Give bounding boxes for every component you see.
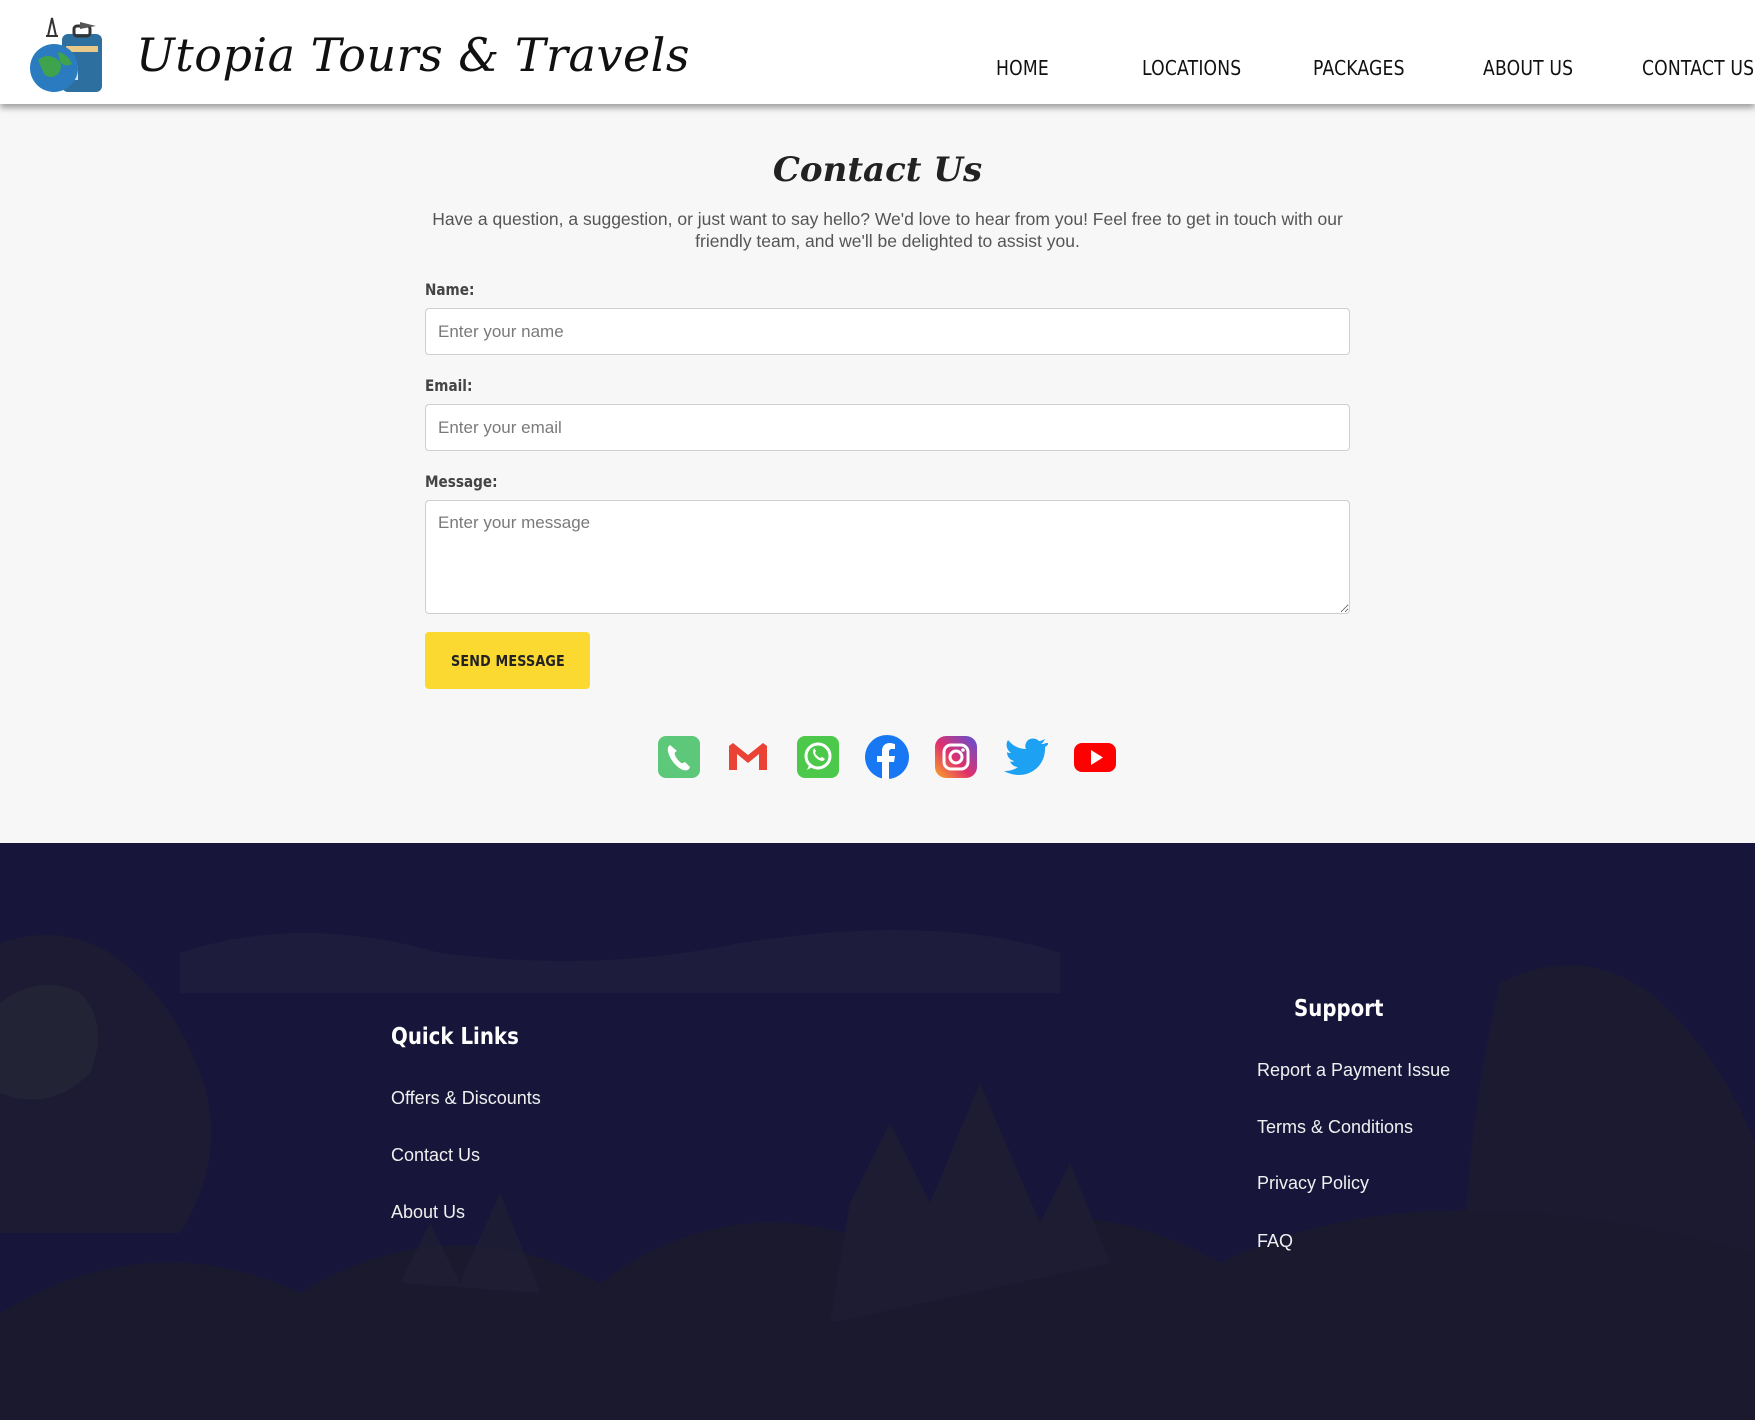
phone-icon[interactable] xyxy=(656,734,702,780)
nav-home[interactable]: HOME xyxy=(996,56,1049,80)
email-label: Email: xyxy=(425,376,473,395)
site-footer: Quick Links Offers & Discounts Contact U… xyxy=(0,843,1755,1420)
send-message-button[interactable]: SEND MESSAGE xyxy=(425,632,590,689)
name-input[interactable] xyxy=(425,308,1350,355)
footer-link-offers[interactable]: Offers & Discounts xyxy=(391,1088,541,1109)
site-header: Utopia Tours & Travels HOME LOCATIONS PA… xyxy=(0,0,1755,104)
social-icons-row xyxy=(0,734,1755,782)
message-label: Message: xyxy=(425,472,498,491)
nav-packages[interactable]: PACKAGES xyxy=(1313,56,1405,80)
gmail-icon[interactable] xyxy=(725,734,771,780)
twitter-icon[interactable] xyxy=(1002,734,1048,780)
contact-title: Contact Us xyxy=(772,150,983,190)
nav-locations[interactable]: LOCATIONS xyxy=(1142,56,1241,80)
footer-link-contact-us[interactable]: Contact Us xyxy=(391,1145,480,1166)
contact-intro-text: Have a question, a suggestion, or just w… xyxy=(432,209,1343,251)
quick-links-heading: Quick Links xyxy=(391,1024,519,1050)
message-textarea[interactable] xyxy=(425,500,1350,614)
footer-link-report-payment-issue[interactable]: Report a Payment Issue xyxy=(1257,1060,1450,1081)
nav-contact-us[interactable]: CONTACT US xyxy=(1642,56,1754,80)
facebook-icon[interactable] xyxy=(864,734,910,780)
youtube-icon[interactable] xyxy=(1072,734,1118,780)
email-input[interactable] xyxy=(425,404,1350,451)
main-nav: HOME LOCATIONS PACKAGES ABOUT US CONTACT… xyxy=(0,56,1755,86)
name-label: Name: xyxy=(425,280,475,299)
instagram-icon[interactable] xyxy=(933,734,979,780)
support-heading: Support xyxy=(1294,996,1384,1022)
send-message-label: SEND MESSAGE xyxy=(450,651,565,670)
footer-background-image xyxy=(0,843,1755,1420)
footer-link-faq[interactable]: FAQ xyxy=(1257,1231,1293,1252)
nav-about-us[interactable]: ABOUT US xyxy=(1483,56,1573,80)
whatsapp-icon[interactable] xyxy=(795,734,841,780)
footer-link-terms[interactable]: Terms & Conditions xyxy=(1257,1117,1413,1138)
footer-link-about-us[interactable]: About Us xyxy=(391,1202,465,1223)
footer-link-privacy-policy[interactable]: Privacy Policy xyxy=(1257,1173,1369,1194)
